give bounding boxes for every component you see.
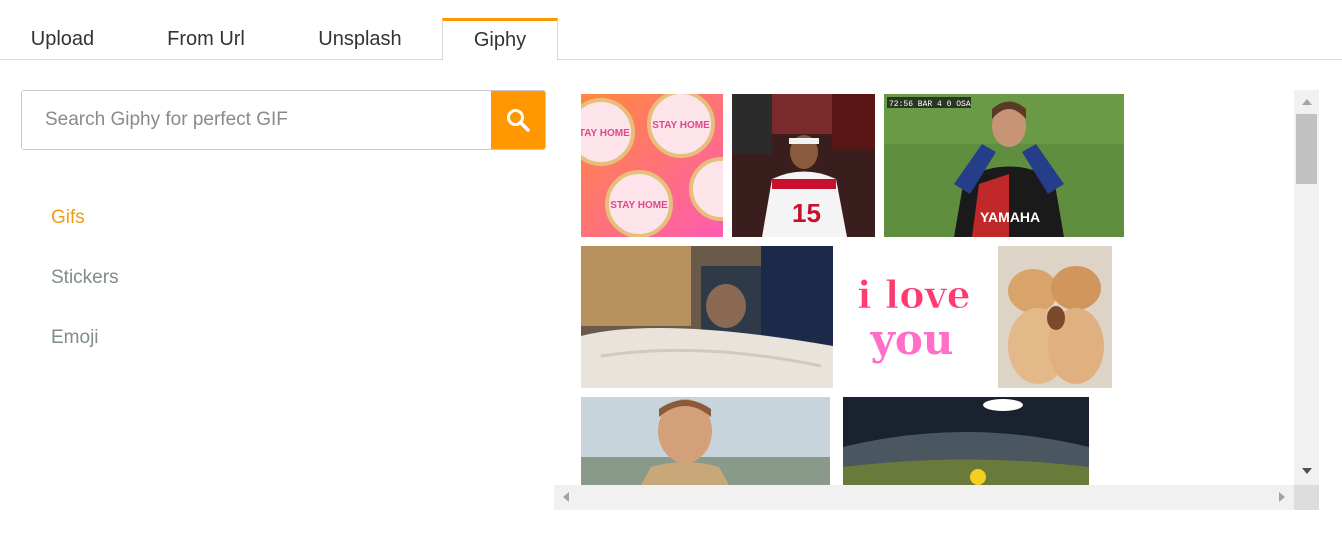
vertical-scrollbar[interactable] (1294, 90, 1319, 485)
gif-kittens[interactable] (998, 246, 1112, 388)
category-emoji[interactable]: Emoji (51, 327, 99, 349)
tab-from-url[interactable]: From Url (136, 18, 276, 60)
tab-upload[interactable]: Upload (0, 18, 125, 60)
stay-home-text: STAY HOME (610, 200, 668, 211)
jersey-text: YAMAHA (980, 209, 1040, 225)
search-icon (507, 109, 530, 132)
gif-stay-home[interactable]: STAY HOME STAY HOME STAY HOME (581, 94, 723, 237)
stay-home-text: STAY HOME (652, 120, 710, 131)
source-tabs: Upload From Url Unsplash Giphy (0, 0, 1342, 61)
search-button[interactable] (491, 91, 545, 149)
giphy-search-box (21, 90, 546, 150)
horizontal-scrollbar[interactable] (554, 485, 1294, 510)
category-gifs[interactable]: Gifs (51, 207, 85, 229)
gif-stadium[interactable] (843, 397, 1089, 485)
vertical-scroll-thumb[interactable] (1296, 114, 1317, 184)
category-stickers[interactable]: Stickers (51, 267, 119, 289)
scoreboard-text: 72:56 BAR 4 0 OSA (889, 100, 971, 109)
stay-home-text: STAY HOME (581, 128, 630, 139)
search-input[interactable] (22, 91, 493, 149)
scroll-left-icon[interactable] (563, 492, 569, 502)
sticker-text-line1: i love (857, 272, 971, 317)
gif-man-outdoors[interactable] (581, 397, 830, 485)
gif-results-panel: STAY HOME STAY HOME STAY HOME 15 (554, 90, 1319, 510)
gif-soccer-player[interactable]: 72:56 BAR 4 0 OSA YAMAHA (884, 94, 1124, 237)
gif-i-love-you[interactable]: i love you (844, 246, 984, 388)
scrollbar-corner (1294, 485, 1319, 510)
scroll-right-icon[interactable] (1279, 492, 1285, 502)
jersey-number: 15 (792, 198, 821, 228)
gif-football-player[interactable]: 15 (732, 94, 875, 237)
gif-grid: STAY HOME STAY HOME STAY HOME 15 (554, 90, 1294, 485)
scroll-up-icon[interactable] (1302, 99, 1312, 105)
sticker-text-line2: you (870, 315, 954, 364)
gif-bed-scene[interactable] (581, 246, 833, 388)
scroll-down-icon[interactable] (1302, 468, 1312, 474)
tab-unsplash[interactable]: Unsplash (290, 18, 430, 60)
tab-giphy[interactable]: Giphy (442, 18, 558, 61)
